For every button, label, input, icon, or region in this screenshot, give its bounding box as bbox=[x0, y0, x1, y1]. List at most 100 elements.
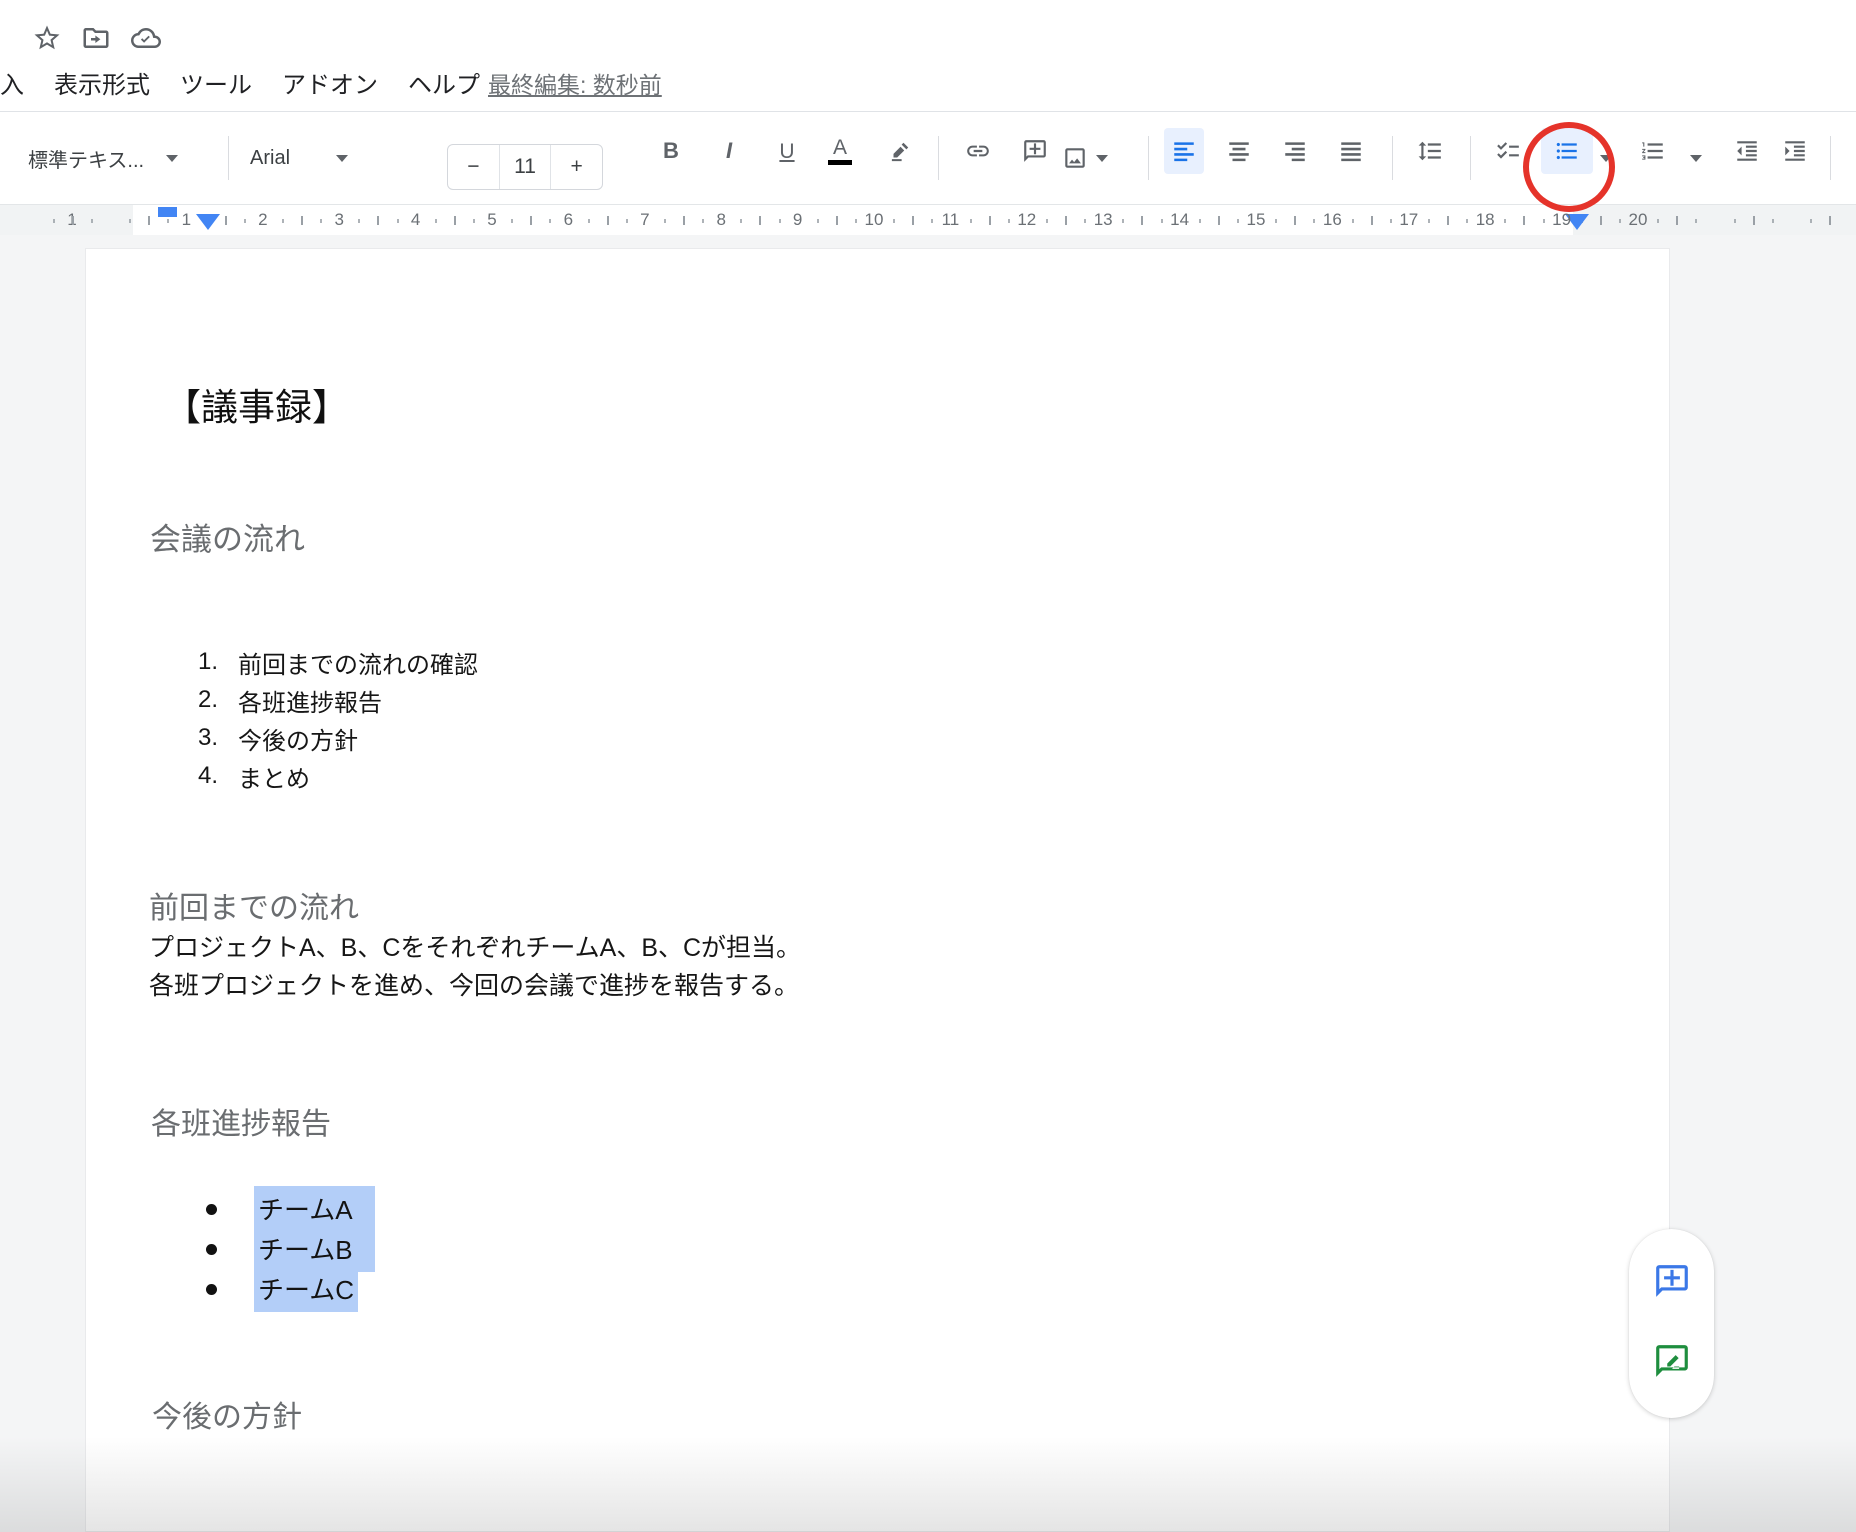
teams-bulleted-list[interactable]: チームAチームBチームC bbox=[86, 1189, 686, 1309]
add-comment-button-floating[interactable] bbox=[1650, 1259, 1694, 1303]
ruler-tick bbox=[1619, 219, 1621, 223]
heading-agenda[interactable]: 会議の流れ bbox=[150, 514, 305, 559]
first-line-indent-marker[interactable] bbox=[158, 207, 177, 217]
menu-item[interactable]: 入 bbox=[0, 65, 24, 100]
underline-button[interactable]: U bbox=[767, 128, 807, 174]
ruler-tick bbox=[626, 219, 628, 223]
ruler-tick bbox=[1237, 219, 1239, 223]
menu-item[interactable]: 表示形式 bbox=[54, 65, 150, 100]
bulleted-list-menu-arrow[interactable] bbox=[1600, 128, 1612, 188]
paragraph-style-select[interactable]: 標準テキス... bbox=[28, 128, 178, 188]
ruler-tick bbox=[148, 216, 150, 225]
heading-previous[interactable]: 前回までの流れ bbox=[149, 883, 359, 927]
ruler-number: 6 bbox=[564, 205, 573, 235]
list-number: 1. bbox=[166, 648, 218, 676]
doc-title-text[interactable]: 【議事録】 bbox=[164, 377, 349, 431]
ruler-number: 4 bbox=[411, 205, 420, 235]
highlight-color-button[interactable] bbox=[880, 128, 920, 174]
ruler-tick bbox=[855, 219, 857, 223]
highlighter-icon bbox=[887, 138, 913, 164]
heading-policy[interactable]: 今後の方針 bbox=[152, 1392, 302, 1436]
team-item[interactable]: チームC bbox=[86, 1269, 686, 1309]
ruler-number: 12 bbox=[1017, 205, 1036, 235]
last-edit-link[interactable]: 最終編集: 数秒前 bbox=[488, 66, 662, 100]
italic-button[interactable]: I bbox=[709, 128, 749, 174]
align-left-button[interactable] bbox=[1164, 128, 1204, 174]
ruler-number: 3 bbox=[334, 205, 343, 235]
insert-link-button[interactable] bbox=[958, 128, 998, 174]
ruler-tick bbox=[1313, 219, 1315, 223]
team-item[interactable]: チームB bbox=[86, 1229, 686, 1269]
insert-image-button[interactable] bbox=[1062, 128, 1108, 188]
ruler-tick bbox=[454, 216, 456, 225]
bullet-dot bbox=[206, 1284, 217, 1295]
ruler-tick bbox=[989, 216, 991, 225]
agenda-item[interactable]: 3.今後の方針 bbox=[166, 719, 478, 757]
heading-progress[interactable]: 各班進捗報告 bbox=[151, 1099, 331, 1143]
cloud-check-icon[interactable] bbox=[130, 22, 162, 54]
ruler-tick bbox=[549, 219, 551, 223]
ruler-tick bbox=[511, 219, 513, 223]
paragraph-line: プロジェクトA、B、CをそれぞれチームA、B、Cが担当。 bbox=[149, 929, 801, 967]
ruler-tick bbox=[931, 219, 933, 223]
numbered-list-button[interactable] bbox=[1633, 128, 1673, 174]
ruler-tick bbox=[1810, 219, 1812, 223]
menu-item[interactable]: ヘルプ bbox=[408, 65, 480, 100]
menu-item[interactable]: ツール bbox=[180, 65, 252, 100]
list-text: 前回までの流れの確認 bbox=[238, 645, 478, 680]
list-text: まとめ bbox=[238, 759, 310, 794]
agenda-numbered-list[interactable]: 1. 前回までの流れの確認2.各班進捗報告3.今後の方針4.まとめ bbox=[166, 643, 478, 795]
ruler-tick bbox=[473, 219, 475, 223]
add-comment-button[interactable] bbox=[1015, 128, 1055, 174]
ruler-tick bbox=[1466, 219, 1468, 223]
folder-move-icon[interactable] bbox=[80, 22, 112, 54]
ruler-number: 10 bbox=[865, 205, 884, 235]
list-number: 2. bbox=[166, 686, 218, 714]
justify-icon bbox=[1338, 138, 1364, 164]
increase-indent-button[interactable] bbox=[1775, 128, 1815, 174]
ruler-number: 14 bbox=[1170, 205, 1189, 235]
bold-button[interactable]: B bbox=[651, 128, 691, 174]
suggest-edits-button[interactable] bbox=[1650, 1339, 1694, 1383]
font-family-select[interactable]: Arial bbox=[250, 128, 348, 188]
checklist-icon bbox=[1495, 138, 1521, 164]
paragraph-line: 各班プロジェクトを進め、今回の会議で進捗を報告する。 bbox=[149, 967, 801, 1005]
ruler-tick bbox=[377, 216, 379, 225]
text-color-button[interactable]: A bbox=[820, 128, 860, 174]
ruler-tick bbox=[1753, 216, 1755, 225]
checklist-button[interactable] bbox=[1488, 128, 1528, 174]
star-icon[interactable] bbox=[31, 22, 63, 54]
bulleted-list-button[interactable] bbox=[1541, 128, 1593, 174]
suggest-edits-icon bbox=[1653, 1342, 1691, 1380]
left-indent-marker[interactable] bbox=[196, 214, 220, 230]
previous-paragraph[interactable]: プロジェクトA、B、CをそれぞれチームA、B、Cが担当。各班プロジェクトを進め、… bbox=[149, 929, 801, 1005]
google-docs-window: 入表示形式ツールアドオンヘルプ 最終編集: 数秒前 標準テキス... Arial… bbox=[0, 0, 1856, 1532]
align-right-button[interactable] bbox=[1275, 128, 1315, 174]
justify-button[interactable] bbox=[1331, 128, 1371, 174]
agenda-item[interactable]: 4.まとめ bbox=[166, 757, 478, 795]
ruler-number: 20 bbox=[1629, 205, 1648, 235]
ruler-tick bbox=[53, 219, 55, 223]
font-size-input[interactable]: 11 bbox=[499, 145, 552, 189]
ruler-number: 13 bbox=[1094, 205, 1113, 235]
numbered-list-menu-arrow[interactable] bbox=[1690, 128, 1702, 188]
bullet-dot bbox=[206, 1244, 217, 1255]
decrease-indent-button[interactable] bbox=[1727, 128, 1767, 174]
menu-item[interactable]: アドオン bbox=[282, 65, 378, 100]
divider bbox=[938, 136, 939, 180]
line-spacing-button[interactable] bbox=[1410, 128, 1450, 174]
toolbar: 標準テキス... Arial − 11 + B I U A bbox=[0, 111, 1856, 205]
agenda-item[interactable]: 1. 前回までの流れの確認 bbox=[166, 643, 478, 681]
text-color-icon: A bbox=[833, 137, 847, 158]
increase-font-size-button[interactable]: + bbox=[551, 145, 602, 189]
bulleted-list-icon bbox=[1554, 138, 1580, 164]
team-item[interactable]: チームA bbox=[86, 1189, 686, 1229]
ruler-tick bbox=[72, 216, 74, 225]
document-page[interactable]: 【議事録】 会議の流れ 1.前回までの流れの確認2.各班進捗報告3.今後の方針4… bbox=[85, 248, 1670, 1532]
agenda-item[interactable]: 2.各班進捗報告 bbox=[166, 681, 478, 719]
insert-image-icon bbox=[1062, 145, 1088, 171]
selected-text: チームC bbox=[254, 1266, 358, 1312]
align-center-button[interactable] bbox=[1219, 128, 1259, 174]
ruler-number: 7 bbox=[640, 205, 649, 235]
decrease-font-size-button[interactable]: − bbox=[448, 145, 499, 189]
